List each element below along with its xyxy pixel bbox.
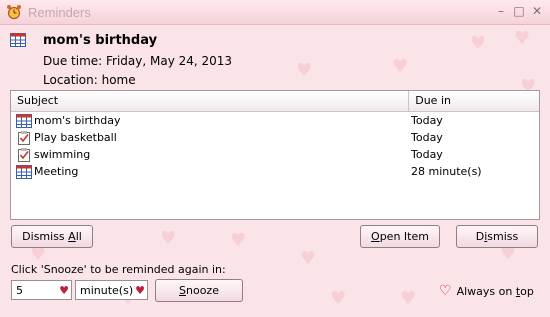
calendar-icon [16,164,32,179]
alarm-clock-icon [7,5,21,20]
list-item[interactable]: mom's birthday Today [11,112,539,129]
snooze-unit-select[interactable]: minute(s) ♥ [75,280,148,300]
reminders-list[interactable]: Subject Due in mom's birthday Today Play… [10,90,540,220]
list-item[interactable]: Play basketball Today [11,129,539,146]
minimize-icon[interactable]: – [494,4,508,18]
heart-dropdown-icon[interactable]: ♥ [133,284,147,297]
dismiss-all-label: Dismiss [22,230,69,243]
reminder-due-time: Due time: Friday, May 24, 2013 [43,54,233,68]
dismiss-all-button[interactable]: Dismiss All [11,225,93,248]
open-item-button[interactable]: Open Item [360,225,440,248]
list-item[interactable]: Meeting 28 minute(s) [11,163,539,180]
maximize-icon[interactable]: □ [512,4,526,18]
list-item-due: Today [411,131,443,144]
heart-dropdown-icon[interactable]: ♥ [57,284,71,297]
snooze-label-rest: nooze [186,284,219,297]
always-on-top-toggle[interactable]: ♡ Always on t op [439,283,534,299]
always-on-top-label: Always on [456,284,516,298]
snooze-instruction: Click 'Snooze' to be reminded again in: [11,263,226,276]
list-item-subject: swimming [34,148,91,161]
always-on-top-label-rest: op [520,284,534,298]
snooze-accesskey: S [179,284,186,297]
dismiss-label-rest: smiss [487,230,519,243]
reminder-subject: mom's birthday [43,33,158,48]
column-header-subject[interactable]: Subject [11,91,410,111]
dismiss-label: D [475,230,485,243]
list-item-due: Today [411,148,443,161]
dismiss-all-label-rest: ll [75,230,82,243]
list-header: Subject Due in [11,91,539,112]
list-item-subject: Meeting [34,165,79,178]
snooze-amount-select[interactable]: 5 ♥ [11,280,72,300]
window-title: Reminders [28,4,91,20]
list-item-due: 28 minute(s) [411,165,482,178]
open-item-accesskey: O [371,230,380,243]
task-icon [18,130,30,145]
task-icon [18,147,30,162]
reminder-location: Location: home [43,73,136,87]
dismiss-button[interactable]: Di smiss [456,225,538,248]
list-item-subject: Play basketball [34,131,117,144]
list-item[interactable]: swimming Today [11,146,539,163]
heart-checkbox-icon[interactable]: ♡ [439,283,452,299]
calendar-icon [10,33,26,47]
close-icon[interactable]: ✕ [530,4,544,18]
list-item-due: Today [411,114,443,127]
column-header-due-in[interactable]: Due in [409,91,539,111]
open-item-label: pen Item [379,230,429,243]
snooze-button[interactable]: Snooze [155,279,243,302]
title-bar[interactable]: Reminders – □ ✕ [0,0,550,25]
snooze-amount-value: 5 [16,283,23,297]
calendar-icon [16,113,32,128]
list-item-subject: mom's birthday [34,114,121,127]
snooze-unit-value: minute(s) [80,283,134,297]
dismiss-all-accesskey: A [68,230,76,243]
